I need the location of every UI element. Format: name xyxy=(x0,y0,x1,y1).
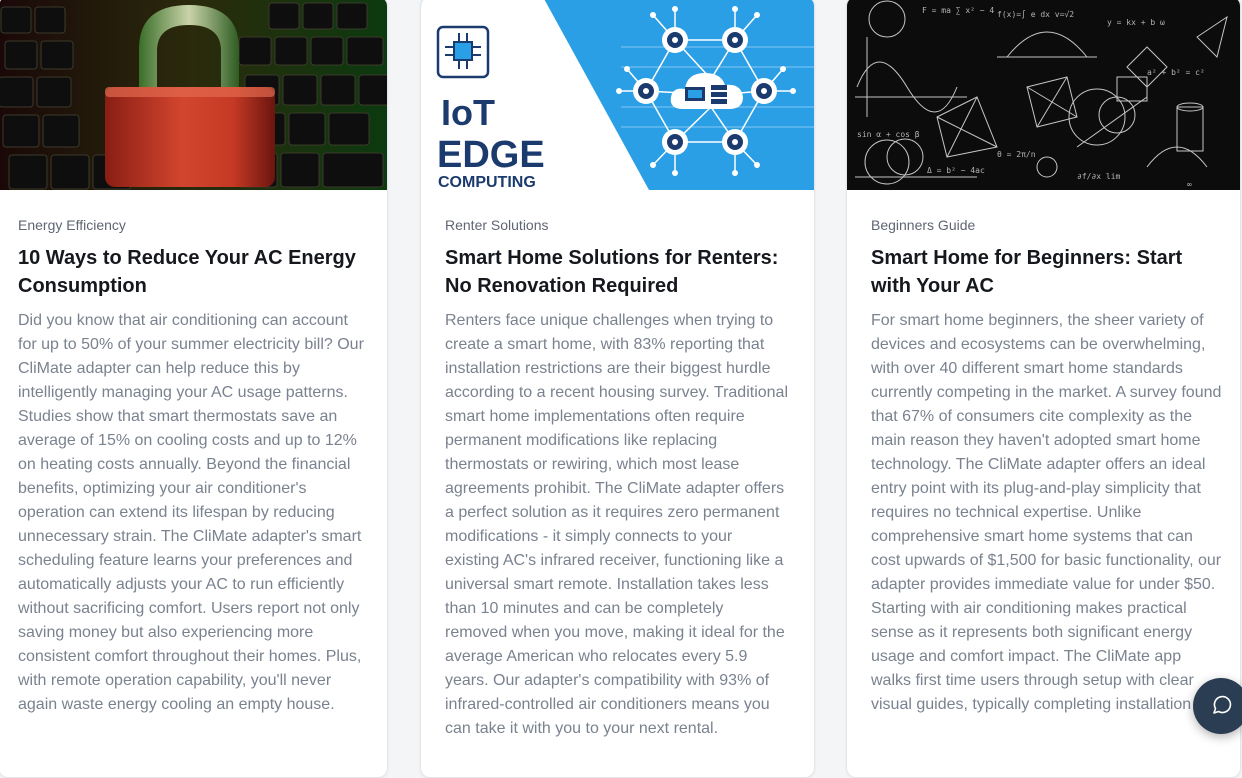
article-body: Beginners Guide Smart Home for Beginners… xyxy=(871,216,1222,717)
article-card[interactable]: Energy Efficiency 10 Ways to Reduce Your… xyxy=(0,0,388,778)
chat-bubble-icon xyxy=(1213,695,1232,714)
image-text-iot: IoT xyxy=(441,92,495,133)
article-body: Renter Solutions Smart Home Solutions fo… xyxy=(445,216,790,741)
article-excerpt: Renters face unique challenges when tryi… xyxy=(445,312,789,737)
article-image[interactable]: IoT EDGE COMPUTING xyxy=(421,0,814,190)
article-card[interactable]: IoT EDGE COMPUTING Renter Solutions Smar… xyxy=(420,0,815,778)
article-body: Energy Efficiency 10 Ways to Reduce Your… xyxy=(18,216,365,717)
article-card[interactable]: F = ma ∑ x² − 4 f(x)=∫ e dx v=√2 y = kx … xyxy=(846,0,1241,778)
article-title[interactable]: 10 Ways to Reduce Your AC Energy Consump… xyxy=(18,244,365,300)
svg-text:θ = 2π/n: θ = 2π/n xyxy=(997,150,1036,159)
article-excerpt: For smart home beginners, the sheer vari… xyxy=(871,312,1222,713)
article-title[interactable]: Smart Home for Beginners: Start with You… xyxy=(871,244,1222,300)
chat-button[interactable] xyxy=(1193,678,1242,734)
padlock-on-keyboard-image xyxy=(0,0,387,190)
article-image[interactable] xyxy=(0,0,387,190)
svg-text:y = kx + b ω: y = kx + b ω xyxy=(1107,18,1165,27)
image-text-computing: COMPUTING xyxy=(438,174,536,190)
article-category: Energy Efficiency xyxy=(18,217,126,233)
article-title[interactable]: Smart Home Solutions for Renters: No Ren… xyxy=(445,244,790,300)
svg-text:a² + b² = c²: a² + b² = c² xyxy=(1147,68,1205,77)
svg-text:∞: ∞ xyxy=(1187,180,1192,189)
svg-text:F = ma ∑ x² − 4: F = ma ∑ x² − 4 xyxy=(922,6,994,15)
article-category: Renter Solutions xyxy=(445,217,549,233)
article-image[interactable]: F = ma ∑ x² − 4 f(x)=∫ e dx v=√2 y = kx … xyxy=(847,0,1240,190)
iot-edge-computing-image: IoT EDGE COMPUTING xyxy=(421,0,814,190)
svg-text:∂f/∂x lim: ∂f/∂x lim xyxy=(1077,172,1121,181)
svg-text:sin α + cos β: sin α + cos β xyxy=(857,130,920,139)
svg-text:Δ = b² − 4ac: Δ = b² − 4ac xyxy=(927,166,985,175)
math-chalkboard-image: F = ma ∑ x² − 4 f(x)=∫ e dx v=√2 y = kx … xyxy=(847,0,1240,190)
svg-text:f(x)=∫ e dx v=√2: f(x)=∫ e dx v=√2 xyxy=(997,10,1074,19)
article-category: Beginners Guide xyxy=(871,217,976,233)
article-excerpt: Did you know that air conditioning can a… xyxy=(18,312,364,713)
image-text-edge: EDGE xyxy=(437,134,545,176)
